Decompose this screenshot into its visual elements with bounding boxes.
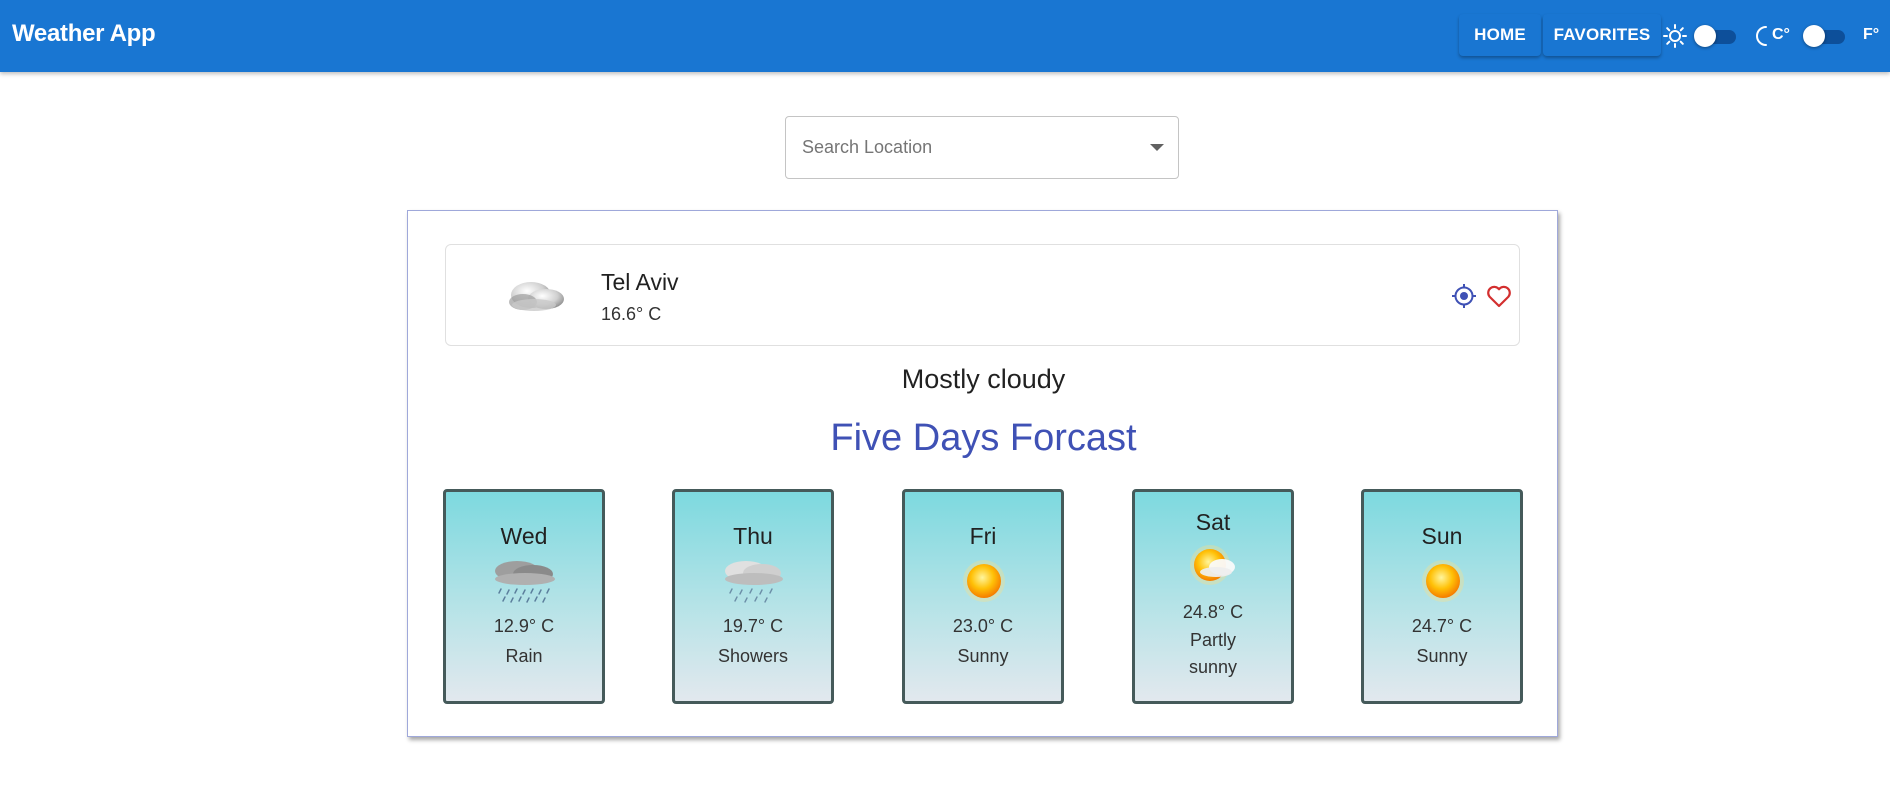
sun-icon xyxy=(1422,560,1464,602)
unit-toggle-switch[interactable] xyxy=(1803,24,1849,48)
dropdown-arrow-icon[interactable] xyxy=(1150,144,1164,151)
forecast-day-desc: Rain xyxy=(505,646,543,666)
partly-sunny-icon xyxy=(1190,545,1235,585)
showers-icon xyxy=(725,561,783,603)
current-condition: Mostly cloudy xyxy=(901,364,1066,394)
forecast-day-desc: Partly sunny xyxy=(1188,630,1238,677)
heart-outline-icon[interactable] xyxy=(1485,282,1513,310)
forecast-day-temp: 24.7° C xyxy=(1411,616,1473,636)
home-button[interactable]: HOME xyxy=(1459,14,1541,56)
celsius-label: C° xyxy=(1772,26,1790,43)
forecast-day-temp: 19.7° C xyxy=(722,616,784,636)
forecast-day-name: Sun xyxy=(1421,523,1463,549)
app-bar: Weather App HOME FAVORITES C° F° xyxy=(0,0,1890,72)
forecast-day-desc: Sunny xyxy=(1416,646,1468,666)
app-title: Weather App xyxy=(12,20,156,47)
forecast-day-desc: Sunny xyxy=(957,646,1009,666)
theme-toggle-switch[interactable] xyxy=(1694,24,1740,48)
city-name: Tel Aviv xyxy=(601,269,679,295)
forecast-day-name: Sat xyxy=(1195,509,1231,535)
forecast-day-temp: 12.9° C xyxy=(493,616,555,636)
weather-panel: Tel Aviv 16.6° C Mostly cloudy Five Days… xyxy=(407,210,1558,737)
switch-knob xyxy=(1694,25,1716,47)
current-weather-card: Tel Aviv 16.6° C xyxy=(445,244,1520,346)
sun-icon xyxy=(963,560,1005,602)
forecast-day-card: Sun 24.7° C Sunny xyxy=(1361,489,1523,704)
forecast-title: Five Days Forcast xyxy=(830,417,1137,459)
forecast-day-temp: 23.0° C xyxy=(952,616,1014,636)
forecast-day-card: Thu 19.7° C Showers xyxy=(672,489,834,704)
my-location-icon[interactable] xyxy=(1450,282,1478,310)
rain-icon xyxy=(495,561,555,603)
forecast-day-temp: 24.8° C xyxy=(1182,602,1244,622)
forecast-day-card: Wed 12.9° C Rain xyxy=(443,489,605,704)
search-location-field[interactable] xyxy=(785,116,1179,179)
search-input[interactable] xyxy=(786,117,1126,178)
forecast-day-desc: Showers xyxy=(717,646,789,666)
favorites-button[interactable]: FAVORITES xyxy=(1543,14,1661,56)
forecast-day-card: Sat 24.8° C Partly sunny xyxy=(1132,489,1294,704)
forecast-day-card: Fri 23.0° C Sunny xyxy=(902,489,1064,704)
switch-knob xyxy=(1803,25,1825,47)
sun-icon xyxy=(1663,24,1687,48)
current-temperature: 16.6° C xyxy=(601,304,662,324)
forecast-day-name: Fri xyxy=(969,523,997,549)
mostly-cloudy-icon xyxy=(509,282,564,311)
forecast-day-name: Wed xyxy=(500,523,548,549)
forecast-day-name: Thu xyxy=(733,523,773,549)
fahrenheit-label: F° xyxy=(1863,26,1880,43)
